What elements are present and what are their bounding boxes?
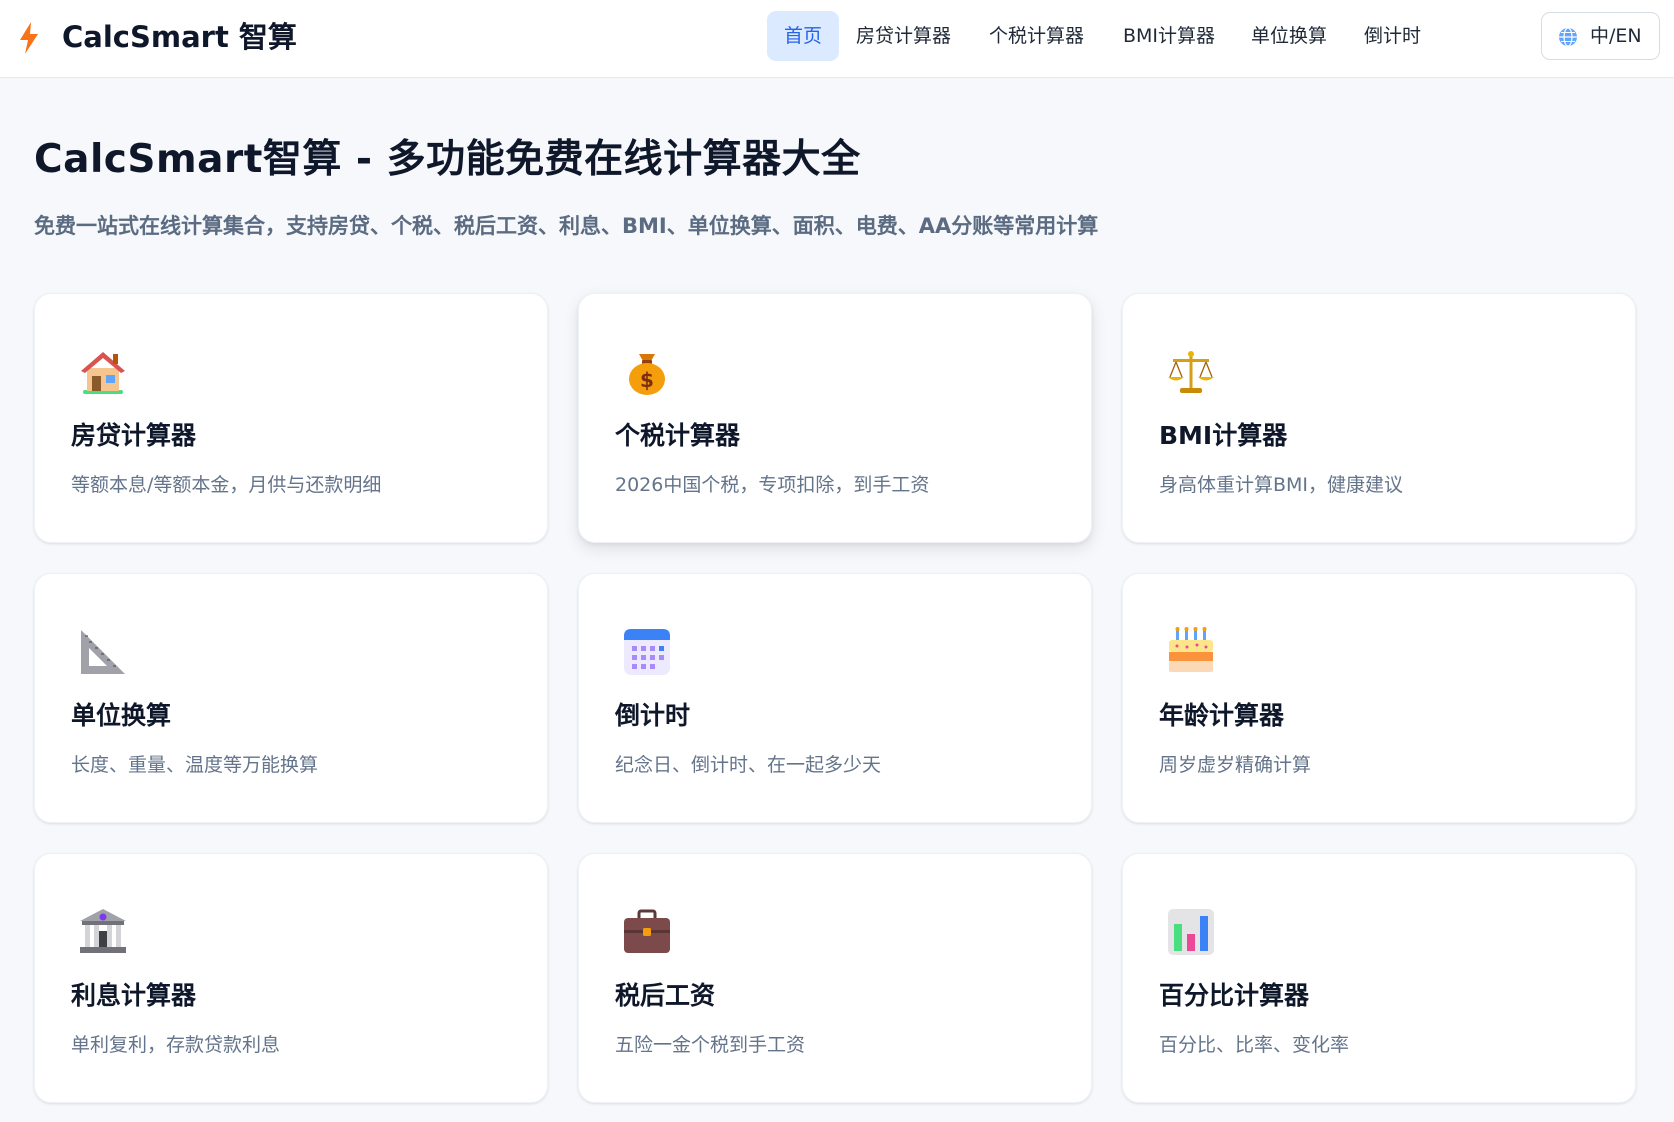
- lightning-bolt-icon: [20, 22, 38, 54]
- briefcase-icon: [624, 909, 670, 953]
- globe-icon: [1559, 27, 1577, 47]
- card-description: 周岁虚岁精确计算: [1159, 754, 1312, 776]
- card-title: BMI计算器: [1159, 421, 1288, 450]
- card-mortgage-calculator[interactable]: 房贷计算器 等额本息/等额本金，月供与还款明细: [34, 293, 548, 543]
- svg-text:$: $: [640, 368, 654, 392]
- card-unit-converter[interactable]: 单位换算 长度、重量、温度等万能换算: [34, 573, 548, 823]
- language-toggle-button[interactable]: 中/EN: [1541, 12, 1660, 60]
- card-after-tax-salary[interactable]: 税后工资 五险一金个税到手工资: [578, 853, 1092, 1103]
- card-percentage-calculator[interactable]: 百分比计算器 百分比、比率、变化率: [1122, 853, 1636, 1103]
- language-toggle-label: 中/EN: [1590, 25, 1642, 47]
- calendar-icon: [624, 629, 670, 675]
- nav-mortgage-calculator[interactable]: 房贷计算器: [856, 11, 951, 61]
- page-title: CalcSmart智算 - 多功能免费在线计算器大全: [34, 137, 861, 182]
- card-title: 个税计算器: [615, 421, 741, 450]
- card-description: 长度、重量、温度等万能换算: [71, 754, 319, 776]
- brand-logo[interactable]: CalcSmart 智算: [62, 16, 297, 58]
- money-bag-icon: $: [629, 354, 665, 395]
- card-title: 税后工资: [615, 981, 716, 1010]
- nav-home[interactable]: 首页: [767, 11, 840, 61]
- card-title: 倒计时: [615, 701, 691, 730]
- nav-bmi-calculator[interactable]: BMI计算器: [1123, 11, 1215, 61]
- card-description: 百分比、比率、变化率: [1159, 1034, 1350, 1056]
- triangular-ruler-icon: [81, 630, 125, 674]
- card-description: 2026中国个税，专项扣除，到手工资: [615, 474, 930, 496]
- bar-chart-icon: [1168, 909, 1214, 955]
- nav-unit-converter[interactable]: 单位换算: [1251, 11, 1327, 61]
- card-title: 利息计算器: [71, 981, 197, 1010]
- card-description: 等额本息/等额本金，月供与还款明细: [71, 474, 382, 496]
- card-bmi-calculator[interactable]: BMI计算器 身高体重计算BMI，健康建议: [1122, 293, 1636, 543]
- card-description: 单利复利，存款贷款利息: [71, 1034, 281, 1056]
- card-description: 纪念日、倒计时、在一起多少天: [615, 754, 882, 776]
- card-age-calculator[interactable]: 年龄计算器 周岁虚岁精确计算: [1122, 573, 1636, 823]
- card-title: 单位换算: [71, 701, 172, 730]
- card-title: 房贷计算器: [71, 421, 197, 450]
- balance-scale-icon: [1168, 351, 1214, 393]
- card-description: 身高体重计算BMI，健康建议: [1159, 474, 1404, 496]
- house-icon: [81, 352, 125, 394]
- card-interest-calculator[interactable]: 利息计算器 单利复利，存款贷款利息: [34, 853, 548, 1103]
- birthday-cake-icon: [1169, 627, 1213, 672]
- card-title: 年龄计算器: [1159, 701, 1285, 730]
- card-tax-calculator[interactable]: $ 个税计算器 2026中国个税，专项扣除，到手工资: [578, 293, 1092, 543]
- top-navbar: CalcSmart 智算 首页 房贷计算器 个税计算器 BMI计算器 单位换算 …: [0, 0, 1674, 78]
- card-countdown[interactable]: 倒计时 纪念日、倒计时、在一起多少天: [578, 573, 1092, 823]
- bank-icon: [80, 909, 126, 953]
- card-title: 百分比计算器: [1159, 981, 1310, 1010]
- nav-countdown[interactable]: 倒计时: [1364, 11, 1421, 61]
- page-subtitle: 免费一站式在线计算集合，支持房贷、个税、税后工资、利息、BMI、单位换算、面积、…: [34, 214, 1099, 238]
- card-description: 五险一金个税到手工资: [615, 1034, 806, 1056]
- nav-tax-calculator[interactable]: 个税计算器: [989, 11, 1084, 61]
